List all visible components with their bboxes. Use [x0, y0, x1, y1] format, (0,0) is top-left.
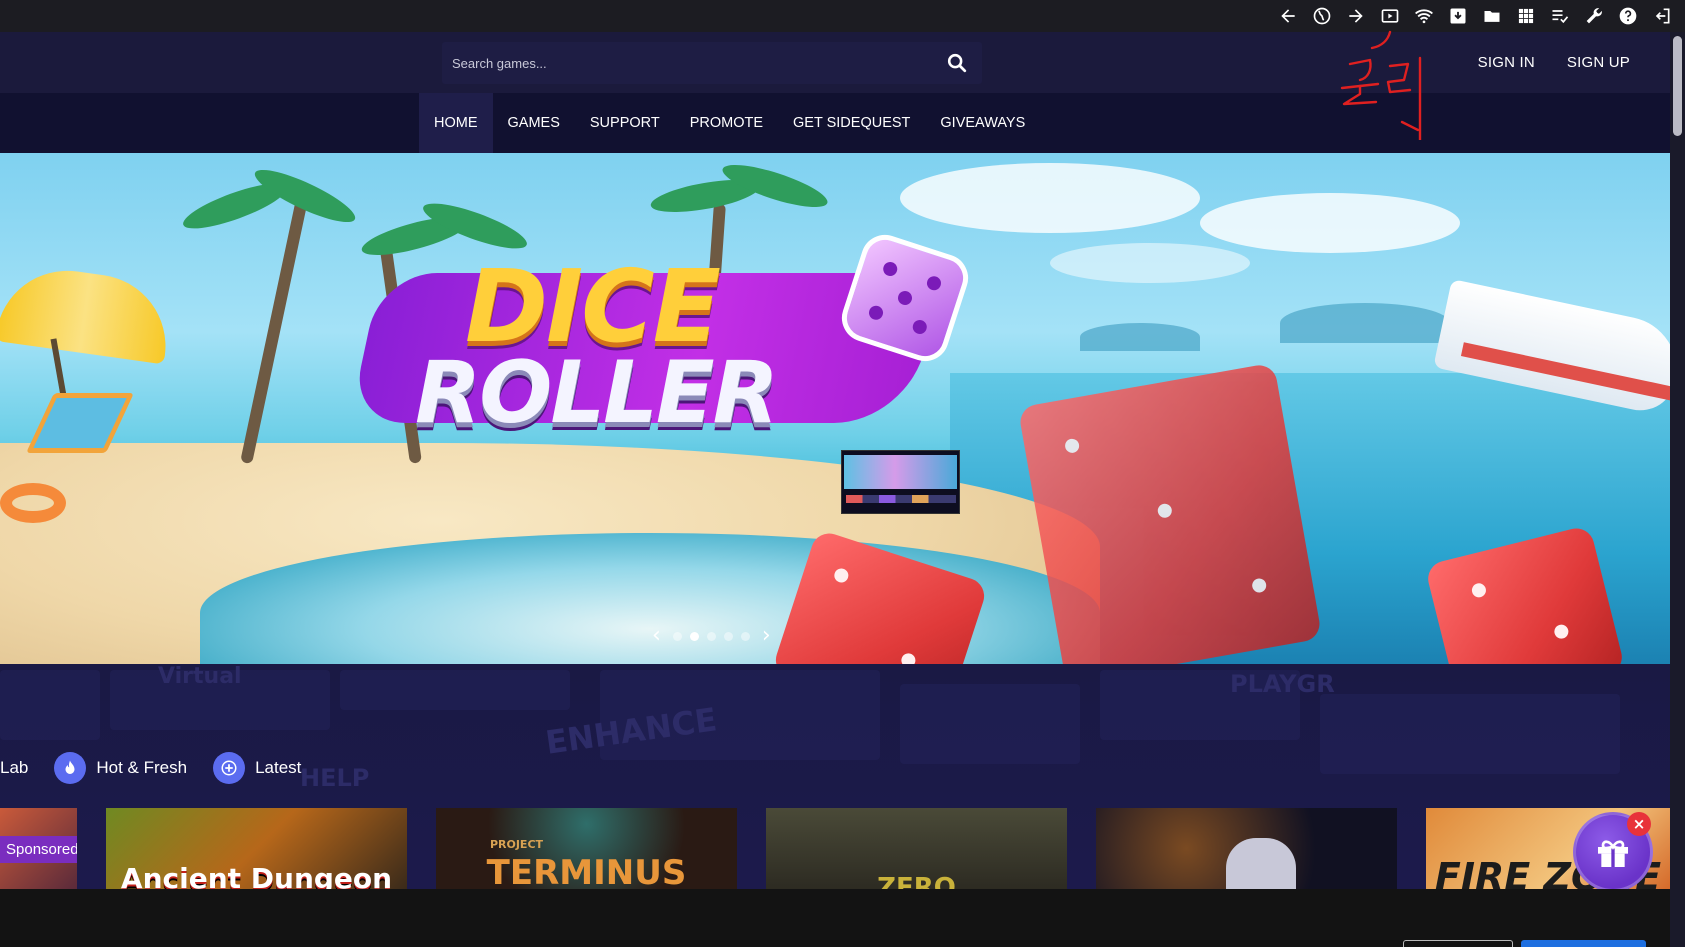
category-label: Lab — [0, 758, 29, 777]
category-label: Latest — [255, 758, 302, 777]
sign-in-link[interactable]: SIGN IN — [1478, 54, 1535, 71]
playlist-check-icon[interactable] — [1545, 2, 1575, 30]
gift-icon — [1598, 840, 1628, 867]
carousel-prev-icon[interactable]: ‹ — [648, 625, 665, 647]
bg-word: PLAYGR — [1230, 670, 1335, 698]
game-card-row: Sponsored Ancient Dungeon PROJECT TERMIN… — [0, 808, 1670, 889]
game-logo: DICE ROLLER — [349, 228, 975, 443]
category-tabs: Lab Hot & Fresh Latest — [0, 752, 301, 784]
nav-item-home[interactable]: HOME — [419, 93, 493, 153]
thumbnail-row — [846, 495, 956, 503]
site-header: SIGN IN SIGN UP — [0, 32, 1670, 93]
carousel-dot[interactable] — [672, 631, 682, 641]
bg-tile — [1320, 694, 1620, 774]
gift-close-icon[interactable]: × — [1627, 812, 1651, 836]
exit-icon[interactable] — [1647, 2, 1677, 30]
nav-item-support[interactable]: SUPPORT — [575, 93, 675, 153]
search-box[interactable] — [442, 42, 982, 84]
sign-up-link[interactable]: SIGN UP — [1567, 54, 1630, 71]
bg-word: HELP — [300, 764, 370, 792]
carousel-dot[interactable] — [740, 631, 750, 641]
nav-items: HOME GAMES SUPPORT PROMOTE GET SIDEQUEST… — [419, 93, 1040, 153]
nav-item-games[interactable]: GAMES — [493, 93, 575, 153]
bg-tile — [340, 670, 570, 710]
scrollbar-thumb[interactable] — [1673, 36, 1682, 136]
plus-circle-icon — [213, 752, 246, 784]
beach-umbrella — [0, 261, 175, 365]
carousel-dot-active[interactable] — [689, 631, 699, 641]
category-tab-latest[interactable]: Latest — [213, 752, 301, 784]
cookie-accept-button[interactable] — [1521, 940, 1646, 947]
auth-links: SIGN IN SIGN UP — [1478, 54, 1630, 71]
logo-title-line2: ROLLER — [415, 343, 779, 443]
bg-tile — [0, 670, 100, 740]
thumbnail-banner — [844, 455, 957, 489]
card-subtitle: PROJECT — [489, 838, 544, 851]
carousel-dot[interactable] — [706, 631, 716, 641]
distant-island — [1280, 303, 1450, 343]
game-card[interactable]: Sponsored — [0, 808, 77, 889]
hero-carousel[interactable]: DICE ROLLER ‹ › — [0, 153, 1670, 664]
search-input[interactable] — [452, 42, 932, 84]
browser-toolbar — [0, 0, 1685, 32]
main-nav: HOME GAMES SUPPORT PROMOTE GET SIDEQUEST… — [0, 93, 1670, 153]
red-dice — [1017, 362, 1323, 664]
screen-record-icon[interactable] — [1375, 2, 1405, 30]
cloud — [1200, 193, 1460, 253]
carousel-dot[interactable] — [723, 631, 733, 641]
nav-item-promote[interactable]: PROMOTE — [675, 93, 778, 153]
card-title: ZERO — [877, 873, 956, 889]
forward-arrow-icon[interactable] — [1341, 2, 1371, 30]
card-title: Ancient Dungeon — [120, 862, 393, 889]
bg-tile — [900, 684, 1080, 764]
back-arrow-icon[interactable] — [1273, 2, 1303, 30]
folder-icon[interactable] — [1477, 2, 1507, 30]
sponsored-badge: Sponsored — [0, 836, 77, 863]
nav-item-giveaways[interactable]: GIVEAWAYS — [925, 93, 1040, 153]
hero-preview-thumbnail[interactable] — [841, 450, 960, 514]
wifi-icon[interactable] — [1409, 2, 1439, 30]
game-card[interactable] — [1096, 808, 1397, 889]
card-figure — [1226, 838, 1296, 889]
card-title: TERMINUS — [486, 853, 687, 889]
help-icon[interactable] — [1613, 2, 1643, 30]
cloud — [900, 163, 1200, 233]
nav-item-get-sidequest[interactable]: GET SIDEQUEST — [778, 93, 925, 153]
download-icon[interactable] — [1443, 2, 1473, 30]
cloud — [1050, 243, 1250, 283]
cookie-decline-button[interactable] — [1403, 940, 1513, 947]
game-card[interactable]: ZERO — [766, 808, 1067, 889]
bg-word: Virtual — [158, 664, 242, 689]
toolbar-icons — [1273, 2, 1677, 30]
distant-island — [1080, 323, 1200, 351]
carousel-controls: ‹ › — [648, 625, 775, 647]
category-tab-lab[interactable]: Lab — [0, 758, 28, 778]
wrench-icon[interactable] — [1579, 2, 1609, 30]
game-card[interactable]: PROJECT TERMINUS — [436, 808, 737, 889]
category-label: Hot & Fresh — [96, 758, 188, 777]
flame-icon — [54, 752, 87, 784]
globe-icon[interactable] — [1307, 2, 1337, 30]
swim-ring — [0, 483, 66, 523]
game-card[interactable]: Ancient Dungeon — [106, 808, 407, 889]
palm-tree — [240, 197, 309, 465]
search-icon[interactable] — [946, 52, 968, 74]
page-scrollbar[interactable] — [1670, 32, 1685, 947]
bottom-bar — [0, 889, 1670, 947]
category-tab-hot-fresh[interactable]: Hot & Fresh — [54, 752, 187, 784]
apps-grid-icon[interactable] — [1511, 2, 1541, 30]
game-browse-section: Virtual ENHANCE HELP PLAYGR Lab Hot & Fr… — [0, 664, 1670, 889]
carousel-next-icon[interactable]: › — [758, 625, 775, 647]
